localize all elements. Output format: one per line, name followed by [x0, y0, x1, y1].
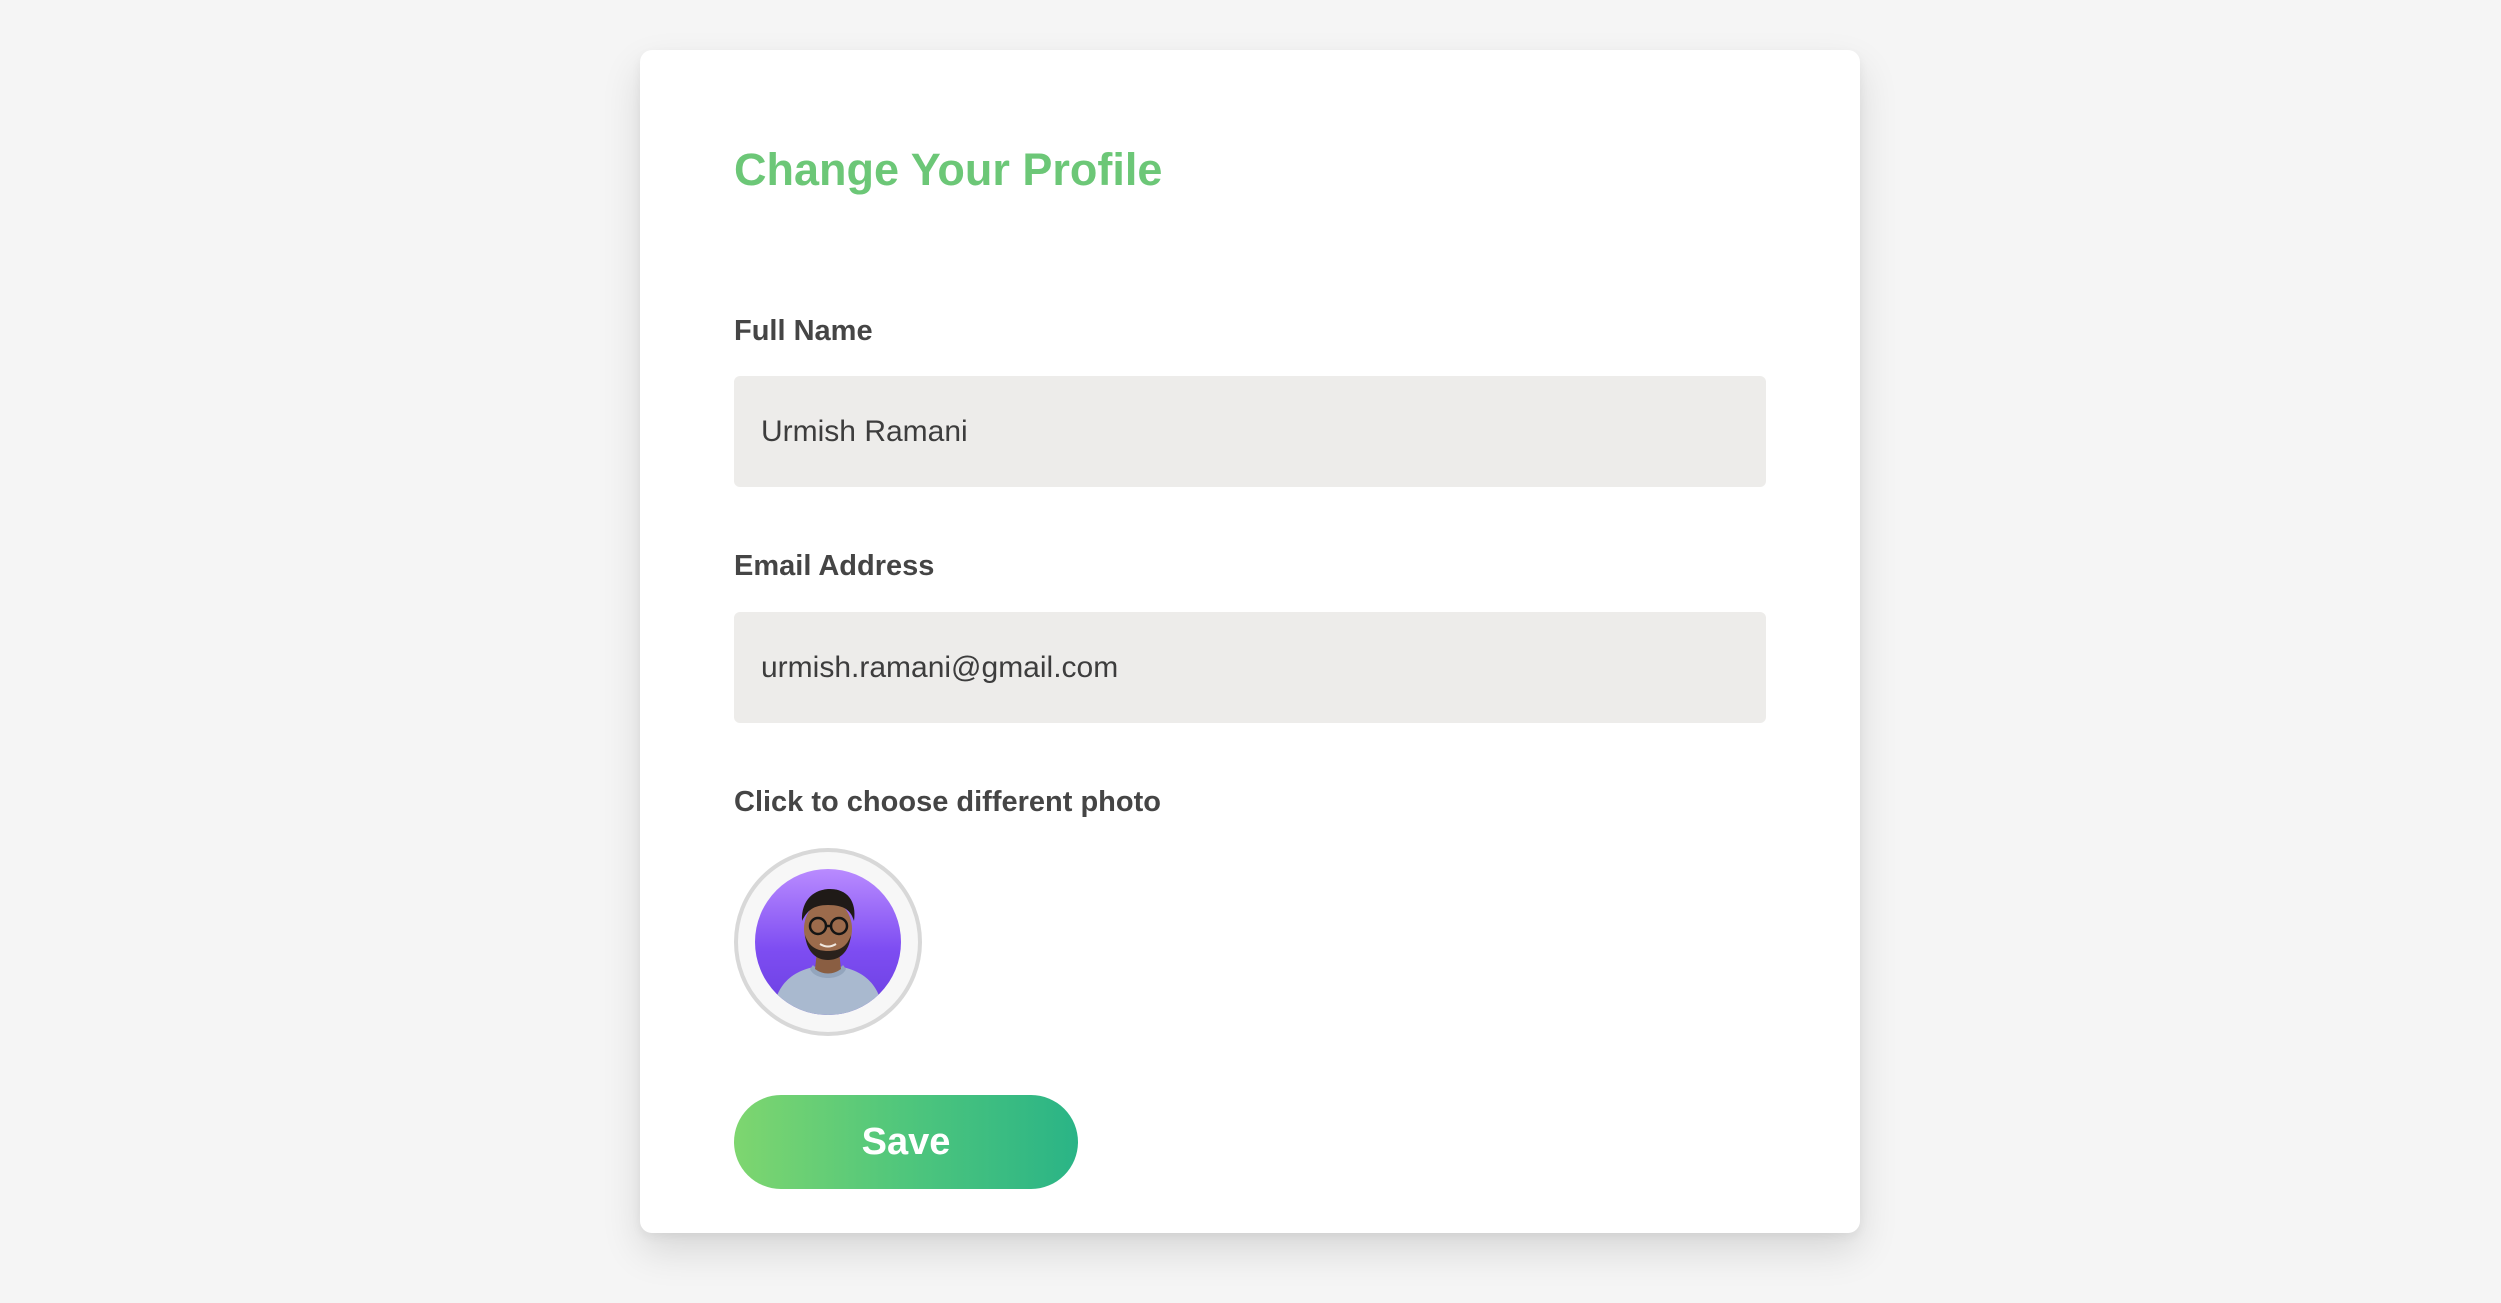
profile-card: Change Your Profile Full Name Urmish Ram… — [640, 50, 1860, 1233]
photo-label: Click to choose different photo — [734, 786, 1161, 818]
email-label: Email Address — [734, 550, 935, 582]
save-button[interactable]: Save — [734, 1095, 1078, 1189]
full-name-label: Full Name — [734, 315, 873, 347]
email-field[interactable]: urmish.ramani@gmail.com — [734, 612, 1766, 723]
photo-picker[interactable] — [734, 848, 922, 1036]
avatar-image — [755, 869, 901, 1015]
avatar — [755, 869, 901, 1015]
full-name-field[interactable]: Urmish Ramani — [734, 376, 1766, 487]
page-title: Change Your Profile — [734, 144, 1163, 195]
